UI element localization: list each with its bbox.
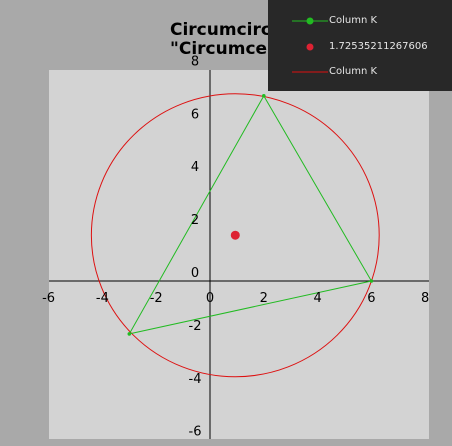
y-tick-label-6: 6 <box>191 107 199 122</box>
legend-label-series-3: Column K <box>329 66 378 77</box>
plot-area <box>49 70 429 439</box>
y-tick-label-4: 4 <box>191 160 199 175</box>
x-tick-label-neg4: -4 <box>96 291 109 306</box>
legend-swatch-marker-icon <box>306 43 314 51</box>
x-tick-label-4: 4 <box>313 291 321 306</box>
y-tick-label-neg4: -4 <box>189 372 202 387</box>
chart-root: -6 -4 -2 0 2 4 6 8 8 6 4 2 0 -2 -4 -6 Circumcircle "Cir… <box>0 0 452 446</box>
y-tick-label-2: 2 <box>191 213 199 228</box>
triangle-vertex-point-2 <box>369 279 374 283</box>
legend-item-series-3: Column K <box>268 65 452 79</box>
x-tick-label-neg6: -6 <box>42 291 55 306</box>
legend-item-series-1: Column K <box>268 14 452 28</box>
x-tick-label-2: 2 <box>260 291 268 306</box>
legend-item-series-2: 1.72535211267606 <box>268 40 452 54</box>
x-tick-label-8: 8 <box>421 291 429 306</box>
legend-label-series-2: 1.72535211267606 <box>329 41 428 52</box>
legend: Column K 1.72535211267606 Column K <box>268 0 452 91</box>
x-tick-label-0: 0 <box>206 291 214 306</box>
legend-label-series-1: Column K <box>329 15 378 26</box>
circumcenter-point <box>230 230 240 240</box>
legend-swatch-line-icon <box>292 17 328 25</box>
x-tick-label-neg2: -2 <box>150 291 163 306</box>
y-tick-label-neg6: -6 <box>189 425 202 440</box>
legend-swatch-circle-icon <box>292 71 328 73</box>
triangle-vertex-point-1 <box>262 94 266 98</box>
y-tick-label-neg2: -2 <box>189 319 202 334</box>
y-tick-label-0: 0 <box>191 266 199 281</box>
triangle-vertex-point-3 <box>127 332 132 336</box>
x-tick-label-6: 6 <box>367 291 375 306</box>
